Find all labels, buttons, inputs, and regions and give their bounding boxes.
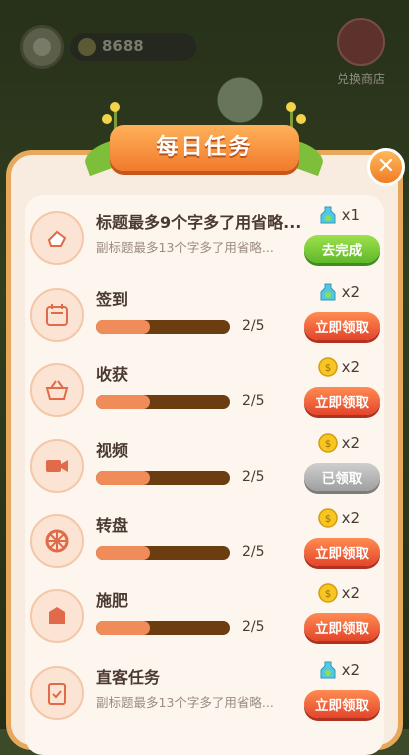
- task-progress-fill: [96, 546, 150, 560]
- task-progress-bar: [96, 320, 230, 334]
- reward-count: x2: [341, 358, 360, 376]
- reward-count: x2: [341, 509, 360, 527]
- bottle-icon: [320, 206, 336, 224]
- task-progress-text: 2/5: [242, 469, 265, 485]
- svg-text:$: $: [324, 439, 330, 450]
- task-progress-text: 2/5: [242, 544, 265, 560]
- coin-icon: $: [317, 508, 338, 528]
- panel-title-banner: 每日任务: [110, 125, 299, 171]
- task-reward: $ x2: [317, 506, 360, 530]
- task-action-button[interactable]: 立即领取: [304, 613, 380, 641]
- bottle-icon: [320, 661, 336, 679]
- svg-text:$: $: [324, 514, 330, 525]
- reward-count: x1: [341, 206, 360, 224]
- close-icon: ✕: [376, 154, 396, 179]
- task-row: 签到 2/5 x2 立即领取: [30, 282, 380, 352]
- task-subtitle: 副标题最多13个字多了用省略...: [96, 695, 274, 710]
- task-title: 视频: [96, 441, 129, 460]
- task-title: 直客任务: [96, 668, 161, 687]
- task-reward: x2: [318, 280, 360, 304]
- close-button[interactable]: ✕: [367, 148, 405, 186]
- coin-icon: $: [317, 583, 338, 603]
- reward-count: x2: [341, 283, 360, 301]
- task-action-button[interactable]: 立即领取: [304, 538, 380, 566]
- task-progress-text: 2/5: [242, 619, 265, 635]
- task-reward: x1: [318, 203, 360, 227]
- clipboard-icon: [30, 666, 84, 720]
- task-action-button[interactable]: 立即领取: [304, 387, 380, 415]
- task-row: 转盘 2/5 $ x2 立即领取: [30, 508, 380, 578]
- svg-text:$: $: [324, 589, 330, 600]
- task-progress-fill: [96, 621, 150, 635]
- task-progress-bar: [96, 621, 230, 635]
- task-progress-text: 2/5: [242, 393, 265, 409]
- task-title: 签到: [96, 290, 129, 309]
- task-row: 直客任务副标题最多13个字多了用省略... x2 立即领取: [30, 660, 380, 730]
- task-title: 转盘: [96, 516, 129, 535]
- task-row: 施肥 2/5 $ x2 立即领取: [30, 583, 380, 653]
- task-reward: $ x2: [317, 431, 360, 455]
- bottle-icon: [320, 283, 336, 301]
- task-title: 施肥: [96, 591, 129, 610]
- hand-icon: [30, 211, 84, 265]
- task-progress-fill: [96, 471, 150, 485]
- task-row: 收获 2/5 $ x2 立即领取: [30, 357, 380, 427]
- task-progress-fill: [96, 320, 150, 334]
- task-progress-text: 2/5: [242, 318, 265, 334]
- task-row: 标题最多9个字多了用省略... 副标题最多13个字多了用省略... x1 去完成: [30, 205, 380, 275]
- task-action-button: 已领取: [304, 463, 380, 491]
- video-icon: [30, 439, 84, 493]
- calendar-icon: [30, 288, 84, 342]
- task-title: 标题最多9个字多了用省略...: [96, 213, 302, 232]
- task-progress-bar: [96, 471, 230, 485]
- task-progress-bar: [96, 546, 230, 560]
- task-action-button[interactable]: 立即领取: [304, 690, 380, 718]
- task-reward: $ x2: [317, 581, 360, 605]
- panel-title: 每日任务: [156, 135, 253, 160]
- task-action-button[interactable]: 立即领取: [304, 312, 380, 340]
- task-reward: x2: [318, 658, 360, 682]
- reward-count: x2: [341, 434, 360, 452]
- task-subtitle: 副标题最多13个字多了用省略...: [96, 240, 274, 255]
- reward-count: x2: [341, 661, 360, 679]
- task-action-button[interactable]: 去完成: [304, 235, 380, 263]
- svg-text:$: $: [324, 363, 330, 374]
- task-reward: $ x2: [317, 355, 360, 379]
- task-title: 收获: [96, 365, 129, 384]
- task-progress-fill: [96, 395, 150, 409]
- reward-count: x2: [341, 584, 360, 602]
- coin-icon: $: [317, 357, 338, 377]
- task-row: 视频 2/5 $ x2 已领取: [30, 433, 380, 503]
- fertilizer-icon: [30, 589, 84, 643]
- basket-icon: [30, 363, 84, 417]
- task-progress-bar: [96, 395, 230, 409]
- coin-icon: $: [317, 433, 338, 453]
- wheel-icon: [30, 514, 84, 568]
